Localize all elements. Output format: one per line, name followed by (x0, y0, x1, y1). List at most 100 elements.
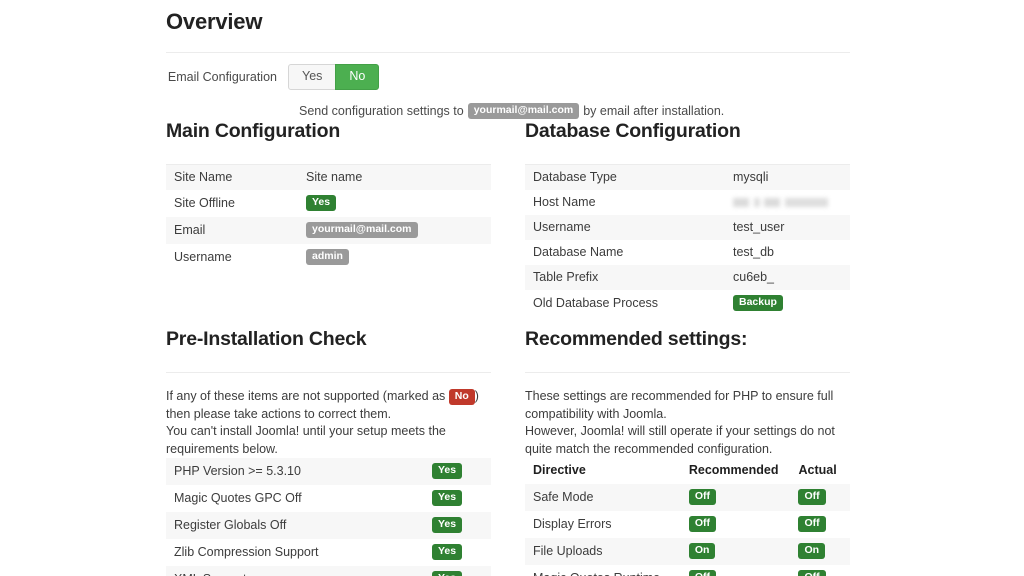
row-value (725, 190, 850, 215)
email-config-no-button[interactable]: No (335, 64, 380, 90)
row-key: Site Name (166, 165, 298, 190)
actual-badge: Off (798, 516, 826, 533)
row-value: yourmail@mail.com (298, 217, 491, 245)
table-row: Magic Quotes Runtime Off Off (525, 565, 850, 576)
send-note-prefix: Send configuration settings to (299, 103, 464, 118)
recommended-value: Off (680, 484, 791, 512)
send-note-suffix: by email after installation. (583, 103, 725, 118)
table-header-row: Directive Recommended Actual (525, 458, 850, 484)
database-configuration-section: Database Configuration Database Type mysq… (525, 120, 850, 318)
table-row: Host Name (525, 190, 850, 215)
check-name: XML Support (166, 566, 424, 576)
actual-value: Off (790, 484, 850, 512)
blurb-part-1: If any of these items are not supported … (166, 389, 446, 403)
actual-badge: Off (798, 489, 826, 506)
actual-value: On (790, 538, 850, 566)
pre-installation-check-table: PHP Version >= 5.3.10 Yes Magic Quotes GPC… (166, 458, 491, 576)
check-status: Yes (424, 485, 491, 513)
blurb-no-badge: No (448, 388, 475, 405)
recommended-value: Off (680, 511, 791, 539)
redacted-host-value (733, 198, 828, 208)
row-key: Email (166, 217, 298, 245)
table-row: Display Errors Off Off (525, 511, 850, 539)
main-configuration-title: Main Configuration (166, 120, 341, 142)
table-row: Email yourmail@mail.com (166, 217, 491, 245)
send-configuration-note: Send configuration settings to yourmail@… (299, 102, 850, 119)
actual-value: Off (790, 511, 850, 539)
email-configuration-row: Email Configuration Yes No (166, 64, 850, 90)
check-name: Magic Quotes GPC Off (166, 485, 424, 513)
recommended-badge: Off (688, 570, 717, 576)
recommended-badge: Off (688, 516, 717, 533)
table-row: Magic Quotes GPC Off Yes (166, 485, 491, 513)
configuration-columns: Main Configuration Site Name Site name Sit… (166, 120, 850, 318)
row-key: Table Prefix (525, 265, 725, 290)
checks-columns: Pre-Installation Check If any of these i… (166, 328, 850, 576)
database-configuration-table: Database Type mysqli Host Name Username test… (525, 165, 850, 318)
recommended-settings-blurb: These settings are recommended for PHP t… (525, 388, 850, 458)
row-value: mysqli (725, 165, 850, 190)
recommended-settings-title: Recommended settings: (525, 328, 748, 350)
status-badge: Yes (432, 544, 463, 561)
pre-installation-check-blurb: If any of these items are not supported … (166, 388, 491, 458)
header-actual: Actual (790, 458, 850, 484)
overview-divider (166, 52, 850, 53)
recommended-badge: Off (688, 489, 717, 506)
recommended-blurb-line-2: However, Joomla! will still operate if y… (525, 424, 835, 456)
table-row: Username test_user (525, 215, 850, 240)
recommended-settings-rule (525, 372, 850, 373)
recommended-badge: On (688, 543, 716, 560)
directive-name: Magic Quotes Runtime (525, 565, 681, 576)
table-row: Old Database Process Backup (525, 290, 850, 318)
blurb-line-2: You can't install Joomla! until your set… (166, 424, 446, 456)
header-recommended: Recommended (680, 458, 791, 484)
row-key: Database Type (525, 165, 725, 190)
recommended-settings-section: Recommended settings: These settings are… (525, 328, 850, 576)
table-row: Register Globals Off Yes (166, 512, 491, 540)
email-configuration-toggle[interactable]: Yes No (288, 64, 380, 90)
table-row: Username admin (166, 244, 491, 272)
recommended-value: Off (680, 565, 791, 576)
status-badge: Yes (432, 490, 463, 507)
table-row: Database Type mysqli (525, 165, 850, 190)
row-key: Username (166, 244, 298, 272)
status-badge: Yes (432, 571, 463, 576)
main-configuration-section: Main Configuration Site Name Site name Sit… (166, 120, 491, 317)
row-value: admin (298, 244, 491, 272)
row-key: Old Database Process (525, 290, 725, 318)
table-row: Site Name Site name (166, 165, 491, 190)
check-name: Zlib Compression Support (166, 539, 424, 567)
actual-badge: On (798, 543, 826, 560)
actual-badge: Off (798, 570, 826, 576)
actual-value: Off (790, 565, 850, 576)
pre-installation-check-rule (166, 372, 491, 373)
pre-installation-check-section: Pre-Installation Check If any of these i… (166, 328, 491, 576)
row-value: test_db (725, 240, 850, 265)
main-configuration-table: Site Name Site name Site Offline Yes Email yo… (166, 165, 491, 272)
status-badge: Yes (432, 463, 463, 480)
table-row: File Uploads On On (525, 538, 850, 566)
directive-name: Display Errors (525, 511, 681, 539)
row-value-badge: Yes (306, 195, 337, 212)
table-row: PHP Version >= 5.3.10 Yes (166, 458, 491, 486)
table-row: Zlib Compression Support Yes (166, 539, 491, 567)
row-value-badge: yourmail@mail.com (306, 222, 418, 239)
row-value: Backup (725, 290, 850, 318)
email-config-yes-button[interactable]: Yes (288, 64, 337, 90)
overview-section: Overview Email Configuration Yes No Send… (166, 0, 850, 119)
row-value-badge: admin (306, 249, 349, 266)
row-value: Yes (298, 190, 491, 218)
page-title: Overview (166, 9, 263, 34)
directive-name: Safe Mode (525, 484, 681, 512)
table-row: Table Prefix cu6eb_ (525, 265, 850, 290)
row-value: Site name (298, 165, 491, 190)
recommended-settings-table: Directive Recommended Actual Safe Mode Of… (525, 458, 850, 576)
directive-name: File Uploads (525, 538, 681, 566)
check-status: Yes (424, 512, 491, 540)
row-key: Database Name (525, 240, 725, 265)
database-configuration-title: Database Configuration (525, 120, 741, 142)
check-status: Yes (424, 458, 491, 486)
check-name: PHP Version >= 5.3.10 (166, 458, 424, 486)
table-row: Site Offline Yes (166, 190, 491, 218)
email-configuration-label: Email Configuration (167, 69, 277, 84)
